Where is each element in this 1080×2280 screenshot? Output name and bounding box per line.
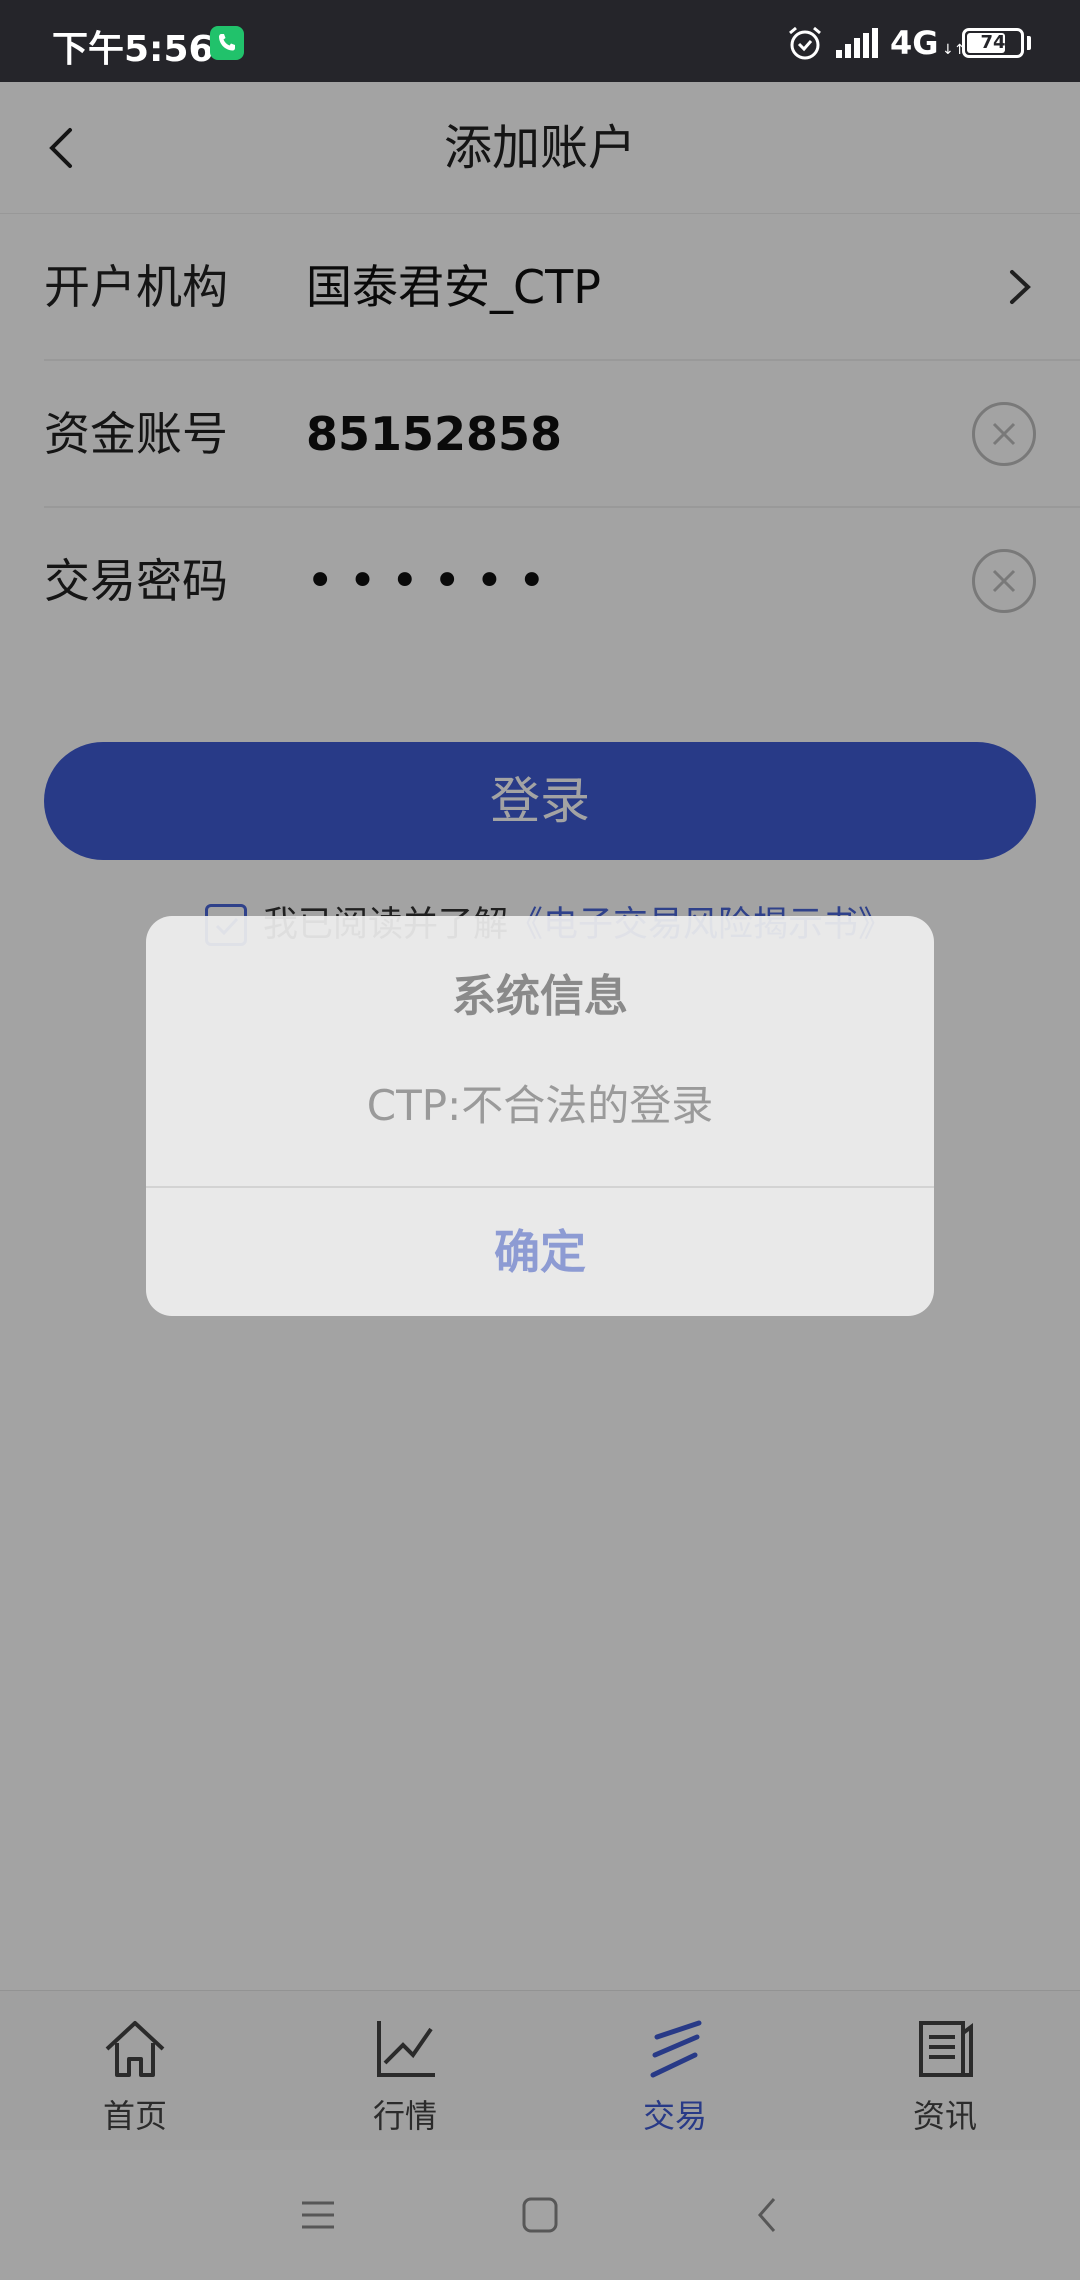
battery-tip (1027, 36, 1031, 50)
network-type: 4G (890, 24, 939, 62)
confirm-button[interactable]: 确定 (146, 1188, 934, 1316)
dialog-message: CTP:不合法的登录 (366, 1081, 714, 1130)
battery-level: 74 (980, 32, 1006, 53)
call-icon (210, 26, 244, 60)
status-bar: 下午5:56 4G ↓↑ 74 (0, 0, 1080, 82)
alarm-icon (786, 24, 824, 66)
battery-icon: 74 (962, 28, 1024, 58)
signal-icon (836, 28, 880, 64)
status-time: 下午5:56 (52, 29, 214, 70)
system-info-dialog: 系统信息 CTP:不合法的登录 确定 (146, 916, 934, 1316)
dialog-title: 系统信息 (452, 971, 628, 1022)
